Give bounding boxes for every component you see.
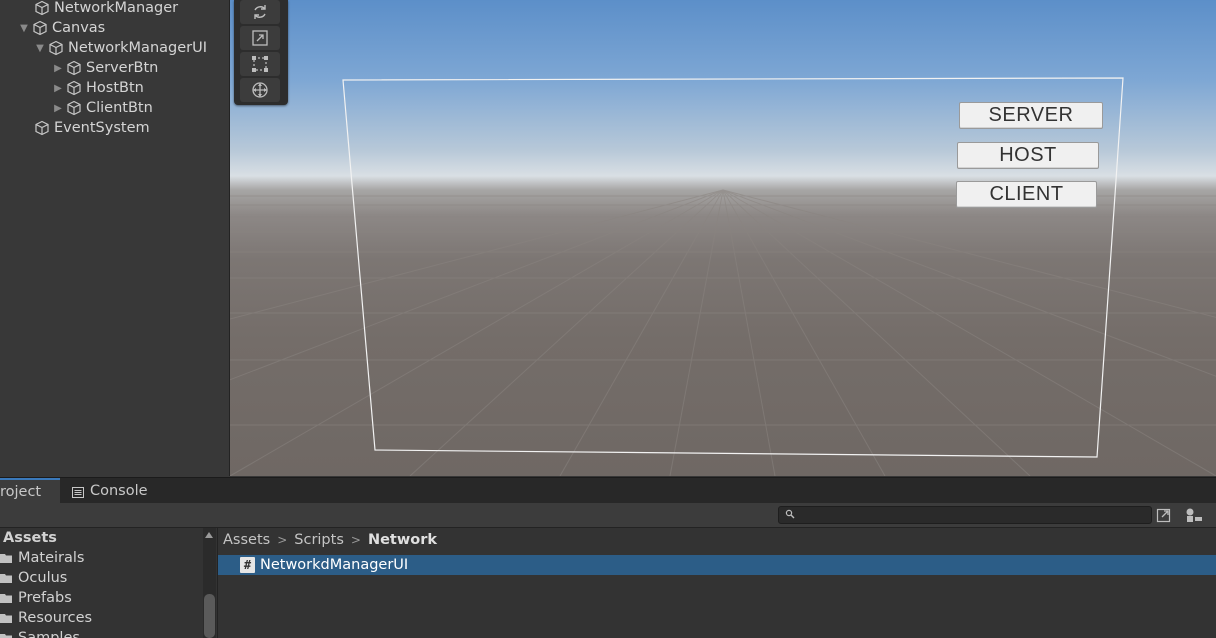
scroll-up-arrow-icon[interactable] — [205, 532, 213, 538]
breadcrumb: Assets > Scripts > Network — [223, 530, 437, 550]
folder-item[interactable]: Resources — [0, 608, 92, 628]
scale-tool-icon[interactable] — [240, 26, 280, 50]
collapsed-arrow-icon[interactable]: ▶ — [52, 78, 64, 98]
breadcrumb-item[interactable]: Network — [368, 532, 437, 548]
folder-label: Samples — [18, 630, 80, 638]
search-by-type-icon[interactable] — [1154, 506, 1174, 524]
server-button[interactable]: SERVER — [959, 102, 1103, 129]
canvas-outline — [342, 77, 1124, 458]
collapsed-arrow-icon[interactable]: ▶ — [52, 98, 64, 118]
chevron-right-icon: > — [277, 533, 288, 547]
folder-label: Assets — [3, 530, 57, 546]
file-item-selected[interactable]: # NetworkdManagerUI — [218, 555, 1216, 575]
hierarchy-item-label: EventSystem — [54, 120, 150, 136]
console-icon — [72, 486, 84, 498]
expanded-arrow-icon[interactable]: ▼ — [18, 18, 30, 38]
hierarchy-item-hostbtn[interactable]: ▶ HostBtn — [52, 78, 144, 98]
bottom-tab-bar: roject Console — [0, 477, 1216, 504]
folder-icon — [0, 594, 12, 603]
csharp-script-icon: # — [240, 557, 255, 573]
hierarchy-item-networkmanagerui[interactable]: ▼ NetworkManagerUI — [34, 38, 207, 58]
scrollbar-thumb[interactable] — [204, 594, 215, 638]
hierarchy-item-canvas[interactable]: ▼ Canvas — [18, 18, 105, 38]
search-input[interactable] — [778, 506, 1152, 524]
rotate-tool-icon[interactable] — [240, 0, 280, 24]
folder-icon — [0, 634, 12, 638]
tab-label: roject — [0, 484, 42, 500]
folder-item[interactable]: Samples — [0, 628, 80, 638]
scene-tools-overlay — [234, 0, 288, 105]
hierarchy-item-label: ClientBtn — [86, 100, 153, 116]
breadcrumb-item[interactable]: Assets — [223, 532, 270, 548]
cube-icon — [66, 60, 82, 76]
expanded-arrow-icon[interactable]: ▼ — [34, 38, 46, 58]
cube-icon — [48, 40, 64, 56]
folder-icon — [0, 614, 12, 623]
client-button[interactable]: CLIENT — [956, 181, 1097, 208]
folder-item[interactable]: Mateirals — [0, 548, 84, 568]
folder-label: Oculus — [18, 570, 68, 586]
hierarchy-item-eventsystem[interactable]: EventSystem — [34, 118, 150, 138]
hierarchy-item-networkmanager[interactable]: NetworkManager — [34, 0, 178, 18]
collapsed-arrow-icon[interactable]: ▶ — [52, 58, 64, 78]
project-toolbar — [0, 503, 1216, 528]
cube-icon — [34, 120, 50, 136]
scene-grid — [230, 77, 1216, 476]
folder-icon — [0, 574, 12, 583]
hierarchy-item-label: ServerBtn — [86, 60, 159, 76]
search-by-label-icon[interactable] — [1184, 506, 1204, 524]
project-file-list: Assets > Scripts > Network # NetworkdMan… — [218, 528, 1216, 638]
hierarchy-item-label: NetworkManagerUI — [68, 40, 207, 56]
hierarchy-item-label: Canvas — [52, 20, 106, 36]
hierarchy-item-clientbtn[interactable]: ▶ ClientBtn — [52, 98, 153, 118]
tab-console[interactable]: Console — [62, 478, 172, 504]
file-label: NetworkdManagerUI — [260, 557, 409, 573]
cube-icon — [34, 0, 50, 16]
hierarchy-item-label: HostBtn — [86, 80, 144, 96]
folder-assets[interactable]: Assets — [3, 528, 57, 548]
hierarchy-item-serverbtn[interactable]: ▶ ServerBtn — [52, 58, 158, 78]
cube-icon — [66, 100, 82, 116]
folder-label: Mateirals — [18, 550, 85, 566]
tab-label: Console — [90, 483, 148, 499]
project-folder-tree: Assets Mateirals Oculus Prefabs Resource… — [0, 528, 218, 638]
folder-label: Resources — [18, 610, 93, 626]
folder-label: Prefabs — [18, 590, 72, 606]
tab-project[interactable]: roject — [0, 478, 60, 504]
cube-icon — [66, 80, 82, 96]
cube-icon — [32, 20, 48, 36]
hierarchy-panel: NetworkManager ▼ Canvas ▼ NetworkManager… — [0, 0, 230, 476]
breadcrumb-item[interactable]: Scripts — [294, 532, 344, 548]
search-icon — [785, 509, 795, 519]
chevron-right-icon: > — [350, 533, 361, 547]
folder-item[interactable]: Oculus — [0, 568, 67, 588]
folder-scrollbar[interactable] — [203, 528, 216, 638]
folder-icon — [0, 554, 12, 563]
scene-view[interactable]: SERVER HOST CLIENT — [230, 0, 1216, 476]
hierarchy-item-label: NetworkManager — [54, 0, 179, 16]
transform-tool-icon[interactable] — [240, 78, 280, 102]
host-button[interactable]: HOST — [957, 142, 1099, 169]
rect-tool-icon[interactable] — [240, 52, 280, 76]
folder-item[interactable]: Prefabs — [0, 588, 72, 608]
